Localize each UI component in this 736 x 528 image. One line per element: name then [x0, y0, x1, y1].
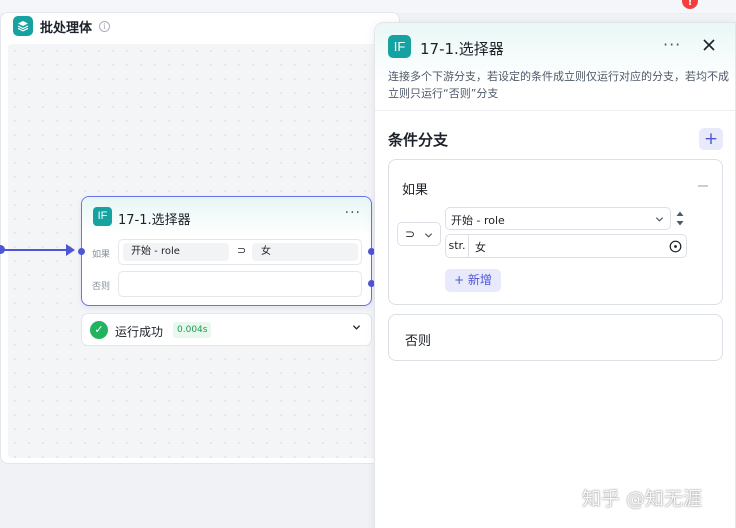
node-else-label: 否则 — [92, 282, 111, 292]
if-icon: IF — [93, 207, 112, 226]
close-icon[interactable] — [701, 37, 717, 53]
batch-title: 批处理体 — [40, 20, 93, 36]
node-cond-left: 开始 - role — [123, 243, 229, 261]
variable-target-icon[interactable] — [669, 240, 682, 253]
node-cond-operator: ⊃ — [237, 244, 247, 257]
node-input-port[interactable] — [78, 248, 85, 255]
chevron-down-icon — [424, 233, 433, 238]
selector-settings-panel: IF 17-1.选择器 ··· 连接多个下游分支，若设定的条件成立则仅运行对应的… — [374, 22, 736, 528]
node-cond-right: 女 — [252, 243, 358, 261]
chevron-down-icon[interactable] — [352, 323, 361, 332]
node-more-button[interactable]: ··· — [345, 205, 361, 221]
chevron-down-icon — [655, 217, 664, 222]
else-branch-label: 否则 — [405, 334, 432, 349]
node-header: IF 17-1.选择器 ··· — [82, 197, 371, 235]
node-condition-row[interactable]: 开始 - role ⊃ 女 — [118, 239, 362, 265]
panel-header: IF 17-1.选择器 ··· 连接多个下游分支，若设定的条件成立则仅运行对应的… — [375, 23, 735, 111]
sort-arrows-icon[interactable] — [673, 207, 687, 230]
collapse-minus-icon[interactable] — [698, 185, 708, 187]
check-circle-icon: ✓ — [90, 321, 108, 339]
node-if-label: 如果 — [92, 250, 111, 260]
edge-line[interactable] — [3, 249, 73, 251]
if-branch-label: 如果 — [402, 183, 429, 198]
left-variable-select[interactable]: 开始 - role — [445, 207, 671, 230]
else-branch-card: 否则 — [388, 314, 723, 361]
run-status-bar[interactable]: ✓ 运行成功 0.004s — [81, 313, 372, 346]
edge-arrow-icon — [66, 244, 75, 256]
selector-node[interactable]: IF 17-1.选择器 ··· 如果 开始 - role ⊃ 女 否则 — [78, 196, 375, 306]
left-variable-value: 开始 - role — [451, 214, 505, 227]
right-value-text: 女 — [475, 241, 486, 254]
right-value-input[interactable]: str. 女 — [445, 234, 687, 258]
value-type-tag[interactable]: str. — [446, 235, 469, 257]
add-branch-button[interactable]: + — [699, 128, 723, 150]
operator-select[interactable]: ⊃ — [397, 222, 441, 246]
operator-value: ⊃ — [405, 227, 416, 241]
node-else-row[interactable] — [118, 271, 362, 297]
if-icon: IF — [388, 35, 411, 58]
section-title: 条件分支 — [388, 131, 449, 149]
watermark: 知乎 @知无涯 — [582, 488, 703, 510]
info-icon[interactable]: i — [99, 20, 111, 32]
batch-header: 批处理体 i — [13, 14, 111, 38]
run-time-badge: 0.004s — [173, 322, 212, 338]
panel-title[interactable]: 17-1.选择器 — [420, 38, 504, 59]
panel-description: 连接多个下游分支，若设定的条件成立则仅运行对应的分支，若均不成立则只运行“否则”… — [388, 70, 729, 100]
if-branch-card: 如果 ⊃ 开始 - role str. 女 + 新增 — [388, 159, 723, 305]
run-status-text: 运行成功 — [115, 325, 164, 339]
panel-more-button[interactable]: ··· — [663, 35, 681, 54]
node-title: 17-1.选择器 — [118, 213, 191, 228]
add-condition-button[interactable]: + 新增 — [445, 269, 501, 292]
layers-icon — [13, 16, 33, 36]
